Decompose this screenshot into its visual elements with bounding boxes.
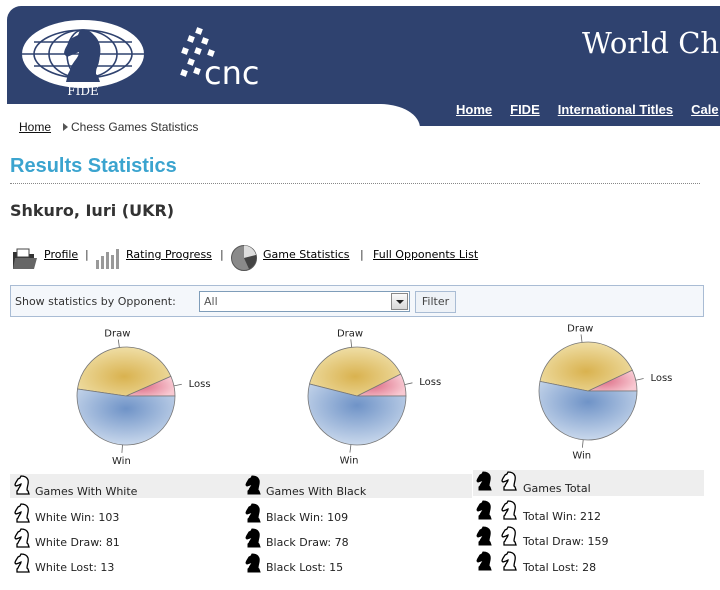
- white-knight-icon: [499, 470, 521, 492]
- black-draw-text: Black Draw: 78: [266, 536, 349, 549]
- breadcrumb-arrow-icon: [63, 123, 69, 131]
- nav-home[interactable]: Home: [456, 102, 492, 117]
- white-heading-text: Games With White: [35, 485, 138, 498]
- white-pie-label-win: Win: [112, 456, 131, 467]
- total-win-text: Total Win: 212: [523, 510, 602, 523]
- fide-logo-text: FIDE: [67, 84, 98, 98]
- total-pie-leader-win: [582, 439, 584, 448]
- white-knight-icon: [499, 550, 521, 572]
- black-pie-leader-loss: [404, 382, 413, 386]
- total-draw-text: Total Draw: 159: [523, 535, 609, 548]
- black-lost-text: Black Lost: 15: [266, 561, 344, 574]
- white-pie-leader-draw: [117, 339, 120, 348]
- black-pie-chart: Loss Draw Win: [307, 328, 441, 467]
- black-knight-icon: [243, 474, 265, 496]
- page-title: Results Statistics: [10, 155, 177, 177]
- total-pie-leader-draw: [580, 334, 583, 343]
- white-pie-leader-win: [121, 444, 123, 453]
- black-pie-leader-draw: [350, 339, 353, 348]
- opponent-select-value: All: [204, 295, 218, 308]
- breadcrumb-current: Chess Games Statistics: [71, 120, 199, 134]
- full-opponents-list-link[interactable]: Full Opponents List: [373, 248, 478, 261]
- filter-label: Show statistics by Opponent:: [15, 295, 176, 308]
- rating-progress-icon[interactable]: [95, 246, 121, 270]
- filter-button[interactable]: Filter: [415, 291, 456, 313]
- black-heading-text: Games With Black: [266, 485, 367, 498]
- white-knight-icon: [12, 502, 34, 524]
- breadcrumb-home[interactable]: Home: [19, 120, 51, 134]
- nav-calendar[interactable]: Cale: [691, 102, 718, 117]
- breadcrumb: Home Chess Games Statistics: [19, 120, 198, 134]
- black-stats-heading: Games With Black: [241, 474, 472, 498]
- subnav-separator: |: [360, 248, 364, 261]
- white-lost-text: White Lost: 13: [35, 561, 115, 574]
- total-heading-text: Games Total: [523, 482, 591, 495]
- black-knight-icon: [474, 550, 496, 572]
- cnc-logo[interactable]: cnc: [178, 26, 278, 88]
- white-knight-icon: [12, 527, 34, 549]
- black-pie-label-loss: Loss: [419, 377, 441, 388]
- filter-panel: Show statistics by Opponent: All Filter: [10, 285, 704, 317]
- rating-progress-link[interactable]: Rating Progress: [126, 248, 212, 261]
- white-stats-heading: Games With White: [10, 474, 241, 498]
- fide-logo[interactable]: FIDE: [20, 14, 146, 98]
- white-knight-icon: [12, 552, 34, 574]
- black-knight-icon: [474, 525, 496, 547]
- game-statistics-link[interactable]: Game Statistics: [263, 248, 350, 261]
- total-pie-leader-loss: [635, 378, 644, 381]
- total-lost-text: Total Lost: 28: [523, 561, 597, 574]
- black-pie-label-win: Win: [340, 456, 359, 467]
- white-pie-leader-loss: [173, 383, 182, 387]
- nav-fide[interactable]: FIDE: [510, 102, 540, 117]
- player-name: Shkuro, Iuri (UKR): [10, 201, 175, 220]
- title-divider: [10, 183, 700, 184]
- white-pie-chart: Loss Draw Win: [76, 329, 211, 467]
- game-statistics-icon[interactable]: [230, 244, 258, 272]
- total-pie-label-win: Win: [572, 451, 591, 462]
- black-pie-leader-win: [349, 444, 352, 453]
- opponent-select[interactable]: All: [199, 291, 410, 312]
- black-knight-icon: [474, 499, 496, 521]
- black-knight-icon: [243, 527, 265, 549]
- white-draw-text: White Draw: 81: [35, 536, 120, 549]
- svg-text:cnc: cnc: [204, 54, 259, 88]
- white-pie-label-draw: Draw: [104, 329, 130, 340]
- total-pie-label-loss: Loss: [650, 373, 672, 384]
- black-knight-icon: [474, 470, 496, 492]
- white-pie-slice-win: [76, 388, 176, 446]
- white-knight-icon: [499, 499, 521, 521]
- top-navigation: Home FIDE International Titles Cale: [456, 102, 720, 117]
- profile-link[interactable]: Profile: [44, 248, 78, 261]
- white-win-text: White Win: 103: [35, 511, 120, 524]
- subnav-separator: |: [220, 248, 224, 261]
- black-pie-label-draw: Draw: [337, 328, 363, 339]
- nav-international-titles[interactable]: International Titles: [558, 102, 673, 117]
- chevron-down-icon[interactable]: [391, 293, 408, 310]
- black-knight-icon: [243, 502, 265, 524]
- black-knight-icon: [243, 552, 265, 574]
- white-pie-label-loss: Loss: [189, 379, 211, 390]
- total-stats-heading: Games Total: [473, 470, 704, 496]
- folder-icon[interactable]: [12, 248, 38, 270]
- white-knight-icon: [12, 474, 34, 496]
- subnav-separator: |: [85, 248, 89, 261]
- black-win-text: Black Win: 109: [266, 511, 349, 524]
- total-pie-chart: Loss Draw Win: [538, 323, 672, 462]
- white-knight-icon: [499, 525, 521, 547]
- total-pie-label-draw: Draw: [567, 323, 593, 334]
- site-title: World Che: [582, 26, 720, 60]
